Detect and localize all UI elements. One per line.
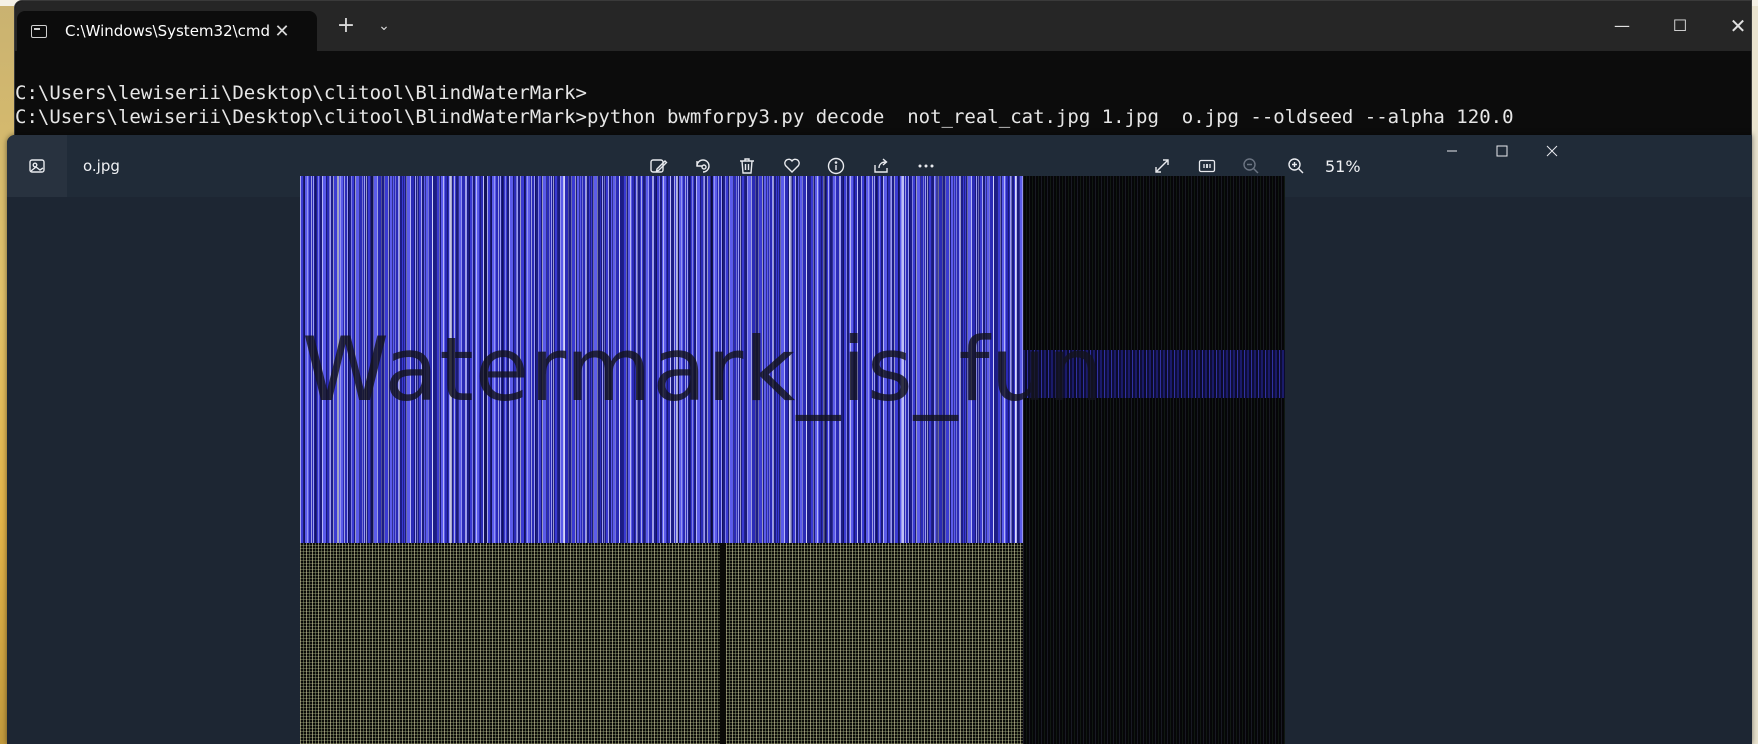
terminal-maximize-button[interactable]: ☐ <box>1655 9 1705 43</box>
more-icon <box>918 164 934 168</box>
photo-filename: o.jpg <box>83 157 120 175</box>
terminal-line: C:\Users\lewiserii\Desktop\clitool\Blind… <box>15 82 587 104</box>
info-icon <box>827 157 845 175</box>
gallery-icon <box>29 159 45 173</box>
terminal-window[interactable]: C:\Windows\System32\cmd.e ✕ + ⌄ — ☐ ✕ C:… <box>14 0 1752 150</box>
decoded-watermark-text: Watermark_is_fun <box>302 318 1105 421</box>
photos-maximize-button[interactable] <box>1477 135 1527 167</box>
photos-close-button[interactable] <box>1527 135 1577 167</box>
zoom-level[interactable]: 51% <box>1325 157 1361 176</box>
cmd-icon <box>31 24 47 38</box>
edit-icon <box>650 159 668 173</box>
actual-size-icon <box>1198 159 1216 173</box>
terminal-output[interactable]: C:\Users\lewiserii\Desktop\clitool\Blind… <box>15 81 1514 129</box>
image-noise-region <box>300 543 1023 744</box>
zoom-out-icon <box>1243 158 1259 174</box>
maximize-icon <box>1496 145 1508 157</box>
minimize-icon <box>1447 150 1457 152</box>
tab-close-icon[interactable]: ✕ <box>270 21 294 42</box>
rotate-icon <box>696 159 710 173</box>
terminal-tab[interactable]: C:\Windows\System32\cmd.e ✕ <box>17 11 317 51</box>
image-dark-region <box>1023 176 1285 744</box>
terminal-tab-title: C:\Windows\System32\cmd.e <box>65 22 270 40</box>
terminal-line: C:\Users\lewiserii\Desktop\clitool\Blind… <box>15 106 1514 128</box>
zoom-in-icon <box>1288 158 1304 174</box>
favorite-icon <box>784 158 800 173</box>
tab-dropdown-button[interactable]: ⌄ <box>371 13 397 39</box>
new-tab-button[interactable]: + <box>333 13 359 39</box>
terminal-minimize-button[interactable]: — <box>1597 9 1647 43</box>
photos-window[interactable]: o.jpg 51% Watermark_is_fun <box>7 135 1752 744</box>
gallery-button[interactable] <box>7 135 67 197</box>
fullscreen-icon <box>1155 159 1169 173</box>
zoom-in-button[interactable] <box>1281 151 1311 181</box>
terminal-close-button[interactable]: ✕ <box>1713 9 1758 43</box>
photo-canvas[interactable]: Watermark_is_fun <box>300 176 1285 744</box>
terminal-titlebar: C:\Windows\System32\cmd.e ✕ + ⌄ — ☐ ✕ <box>15 1 1751 51</box>
share-icon <box>874 158 888 173</box>
image-noise-gap <box>720 543 726 744</box>
delete-icon <box>740 158 754 174</box>
photos-minimize-button[interactable] <box>1427 135 1477 167</box>
close-icon <box>1546 145 1558 157</box>
